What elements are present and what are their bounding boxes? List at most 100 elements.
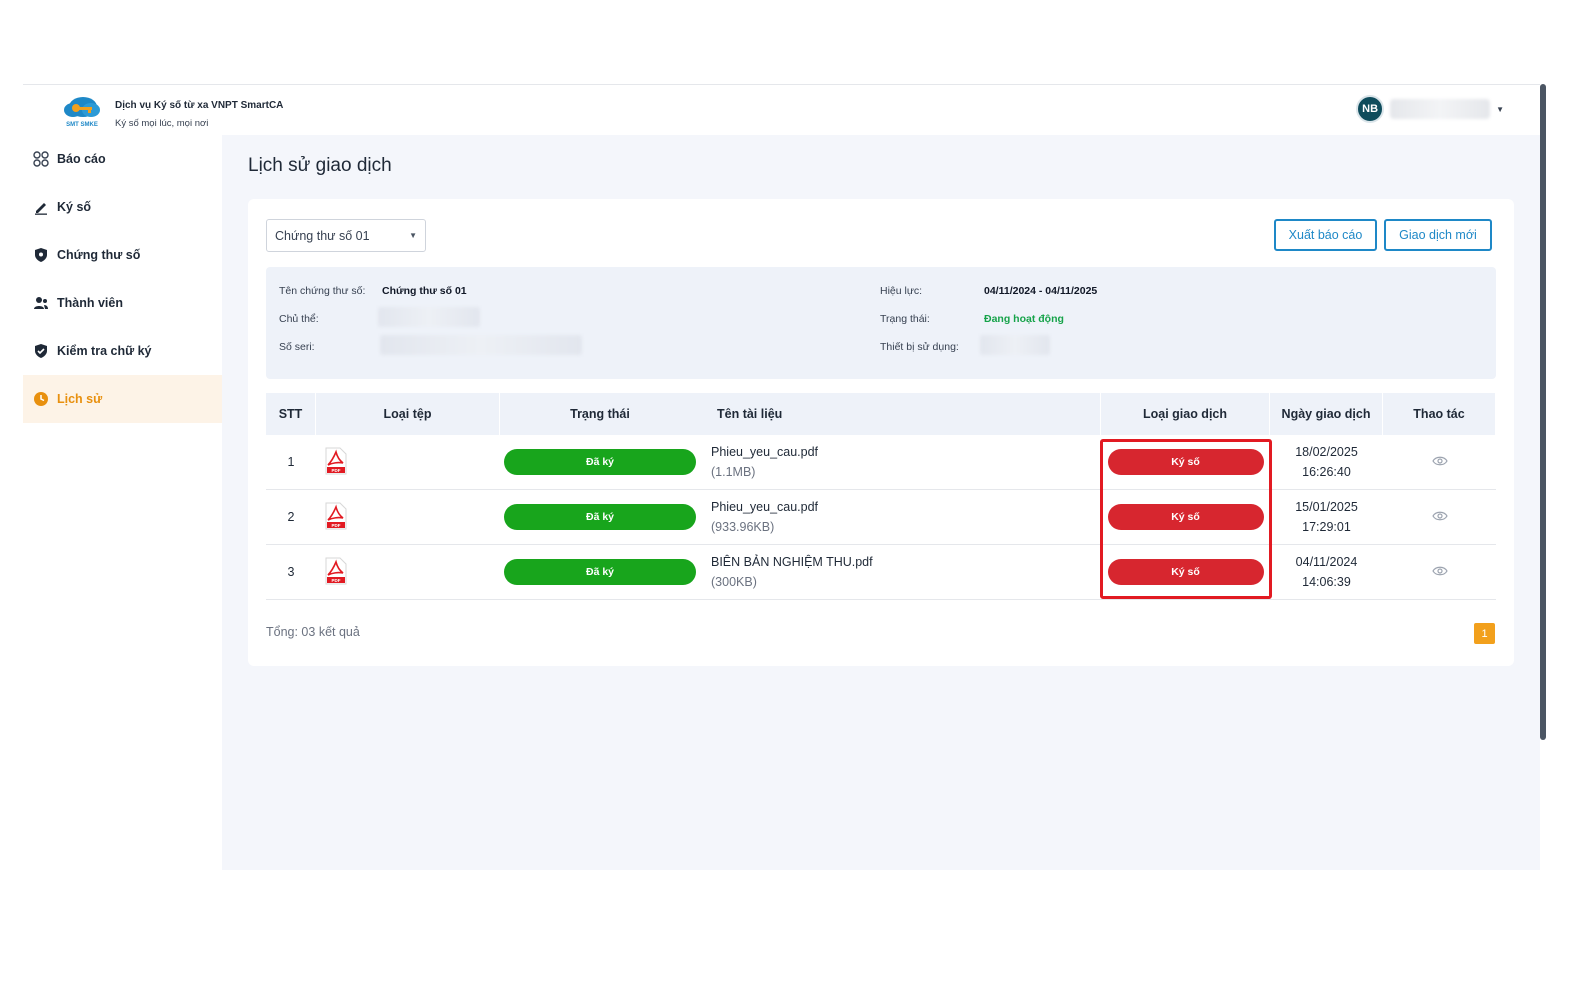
user-menu[interactable]: NB ▼ [1356, 94, 1504, 124]
document-name: Phieu_yeu_cau.pdf [711, 445, 819, 459]
header-transaction-date: Ngày giao dịch [1270, 393, 1383, 435]
header-stt: STT [266, 393, 316, 435]
pdf-icon: PDF [316, 557, 500, 588]
sidebar-item-label: Ký số [57, 200, 92, 214]
transaction-time: 14:06:39 [1302, 575, 1351, 589]
sidebar-item-label: Lịch sử [57, 392, 103, 406]
page-title: Lịch sử giao dịch [248, 155, 392, 176]
header-status: Trạng thái [570, 407, 630, 421]
certificate-select[interactable]: Chứng thư số 01 ▼ [266, 219, 426, 252]
pdf-icon: PDF [316, 502, 500, 533]
pagination-page-button[interactable]: 1 [1474, 623, 1495, 644]
app-title: Dịch vụ Ký số từ xa VNPT SmartCA [115, 100, 284, 111]
table-row: 3 PDF Đã ký BIÊN BẢN NGHIỆM THU.pdf (300… [266, 545, 1496, 600]
export-report-button[interactable]: Xuất báo cáo [1274, 219, 1377, 251]
sidebar-item-history[interactable]: Lịch sử [23, 375, 222, 423]
document-name: Phieu_yeu_cau.pdf [711, 500, 819, 514]
table-header: STT Loại tệp Trạng thái Tên tài liệu Loạ… [266, 393, 1496, 435]
validity-value: 04/11/2024 - 04/11/2025 [984, 285, 1098, 297]
device-label: Thiết bị sử dụng: [880, 341, 959, 353]
document-name-cell: BIÊN BẢN NGHIỆM THU.pdf (300KB) [700, 552, 1101, 592]
row-stt: 3 [287, 565, 295, 579]
header-document-name: Tên tài liệu [700, 393, 1101, 435]
sidebar-item-sign[interactable]: Ký số [23, 183, 222, 231]
signed-status-badge: Đã ký [504, 559, 696, 585]
clock-icon [33, 391, 49, 407]
pdf-icon: PDF [316, 447, 500, 478]
transaction-type-badge: Ký số [1107, 449, 1264, 475]
signed-status-badge: Đã ký [504, 504, 696, 530]
svg-text:PDF: PDF [332, 468, 341, 473]
transaction-date: 15/01/2025 [1295, 500, 1358, 514]
sidebar-item-reports[interactable]: Báo cáo [23, 135, 222, 183]
sidebar-item-verify-signature[interactable]: Kiểm tra chữ ký [23, 327, 222, 375]
document-name-cell: Phieu_yeu_cau.pdf (933.96KB) [700, 497, 1101, 537]
sidebar-item-label: Kiểm tra chữ ký [57, 344, 152, 358]
sidebar: Báo cáo Ký số Chứng thư số Thành viên Ki… [23, 135, 222, 871]
status-value: Đang hoạt động [984, 313, 1064, 325]
transaction-type-badge: Ký số [1107, 559, 1264, 585]
app-window: SMT SMKE Dịch vụ Ký số từ xa VNPT SmartC… [23, 84, 1540, 871]
transaction-table: STT Loại tệp Trạng thái Tên tài liệu Loạ… [266, 393, 1496, 600]
certificate-select-value: Chứng thư số 01 [275, 228, 370, 243]
header-actions: Thao tác [1383, 393, 1496, 435]
avatar[interactable]: NB [1356, 95, 1385, 123]
pen-icon [33, 199, 49, 215]
document-size: (933.96KB) [711, 520, 775, 534]
serial-value-redacted [380, 335, 582, 355]
top-bar: SMT SMKE Dịch vụ Ký số từ xa VNPT SmartC… [23, 85, 1540, 135]
subject-value-redacted [378, 307, 480, 327]
smartca-logo: SMT SMKE [59, 93, 105, 129]
svg-text:PDF: PDF [332, 578, 341, 583]
subject-label: Chủ thể: [279, 313, 319, 325]
caret-down-icon[interactable]: ▼ [1496, 105, 1504, 114]
header-file-type: Loại tệp [316, 393, 500, 435]
transaction-time: 16:26:40 [1302, 465, 1351, 479]
page-scrollbar[interactable] [1540, 84, 1546, 740]
chevron-down-icon: ▼ [409, 231, 417, 240]
shield-check-icon [33, 343, 49, 359]
document-name: BIÊN BẢN NGHIỆM THU.pdf [711, 555, 873, 569]
document-size: (300KB) [711, 575, 757, 589]
sidebar-item-label: Thành viên [57, 296, 123, 310]
serial-label: Số seri: [279, 341, 315, 353]
device-value-redacted [980, 335, 1050, 355]
shield-icon [33, 247, 49, 263]
sidebar-item-label: Chứng thư số [57, 248, 141, 262]
document-name-cell: Phieu_yeu_cau.pdf (1.1MB) [700, 442, 1101, 482]
grid-icon [33, 151, 49, 167]
view-eye-icon[interactable] [1431, 455, 1448, 470]
app-subtitle: Ký số mọi lúc, mọi nơi [115, 118, 209, 129]
svg-text:SMT SMKE: SMT SMKE [66, 122, 98, 128]
transaction-time: 17:29:01 [1302, 520, 1351, 534]
table-row: 1 PDF Đã ký Phieu_yeu_cau.pdf (1.1MB) Ký… [266, 435, 1496, 490]
sidebar-item-members[interactable]: Thành viên [23, 279, 222, 327]
view-eye-icon[interactable] [1431, 565, 1448, 580]
svg-text:PDF: PDF [332, 523, 341, 528]
transaction-date: 18/02/2025 [1295, 445, 1358, 459]
row-stt: 1 [287, 455, 295, 469]
transaction-date-cell: 15/01/2025 17:29:01 [1270, 497, 1383, 537]
users-icon [33, 295, 49, 311]
view-eye-icon[interactable] [1431, 510, 1448, 525]
document-size: (1.1MB) [711, 465, 756, 479]
status-label: Trạng thái: [880, 313, 930, 325]
table-row: 2 PDF Đã ký Phieu_yeu_cau.pdf (933.96KB)… [266, 490, 1496, 545]
certificate-info-panel: Tên chứng thư số: Chứng thư số 01 Chủ th… [266, 267, 1496, 379]
transaction-date: 04/11/2024 [1295, 555, 1358, 569]
result-count: Tổng: 03 kết quả [266, 625, 360, 639]
signed-status-badge: Đã ký [504, 449, 696, 475]
new-transaction-button[interactable]: Giao dịch mới [1384, 219, 1492, 251]
transaction-type-badge: Ký số [1107, 504, 1264, 530]
history-card: Chứng thư số 01 ▼ Xuất báo cáo Giao dịch… [248, 199, 1514, 666]
sidebar-item-certificates[interactable]: Chứng thư số [23, 231, 222, 279]
row-stt: 2 [287, 510, 295, 524]
user-name-redacted [1390, 99, 1491, 119]
cert-name-label: Tên chứng thư số: [279, 285, 366, 297]
transaction-date-cell: 18/02/2025 16:26:40 [1270, 442, 1383, 482]
cert-name-value: Chứng thư số 01 [382, 285, 467, 297]
header-transaction-type: Loại giao dịch [1101, 393, 1270, 435]
sidebar-item-label: Báo cáo [57, 152, 106, 166]
validity-label: Hiệu lực: [880, 285, 923, 297]
transaction-date-cell: 04/11/2024 14:06:39 [1270, 552, 1383, 592]
